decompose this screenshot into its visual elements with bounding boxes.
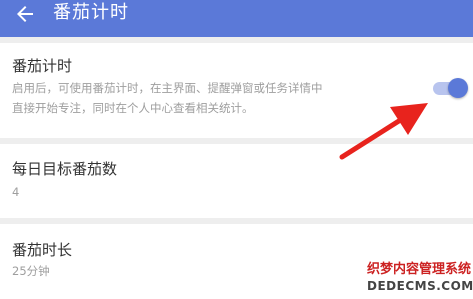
- toggle-knob: [448, 78, 468, 98]
- app-bar: 番茄计时: [0, 0, 473, 37]
- arrow-left-icon[interactable]: [13, 2, 37, 26]
- setting-label: 番茄时长: [12, 241, 73, 259]
- setting-value: 4: [12, 185, 20, 199]
- setting-value: 25分钟: [12, 264, 50, 278]
- watermark-title: 织梦内容管理系统: [367, 262, 472, 277]
- setting-label: 番茄计时: [12, 57, 73, 75]
- red-arrow-icon: [339, 103, 428, 160]
- setting-label: 每日目标番茄数: [12, 160, 118, 178]
- watermark-domain: DEDECMS.COM: [367, 279, 473, 293]
- page-title: 番茄计时: [53, 2, 129, 23]
